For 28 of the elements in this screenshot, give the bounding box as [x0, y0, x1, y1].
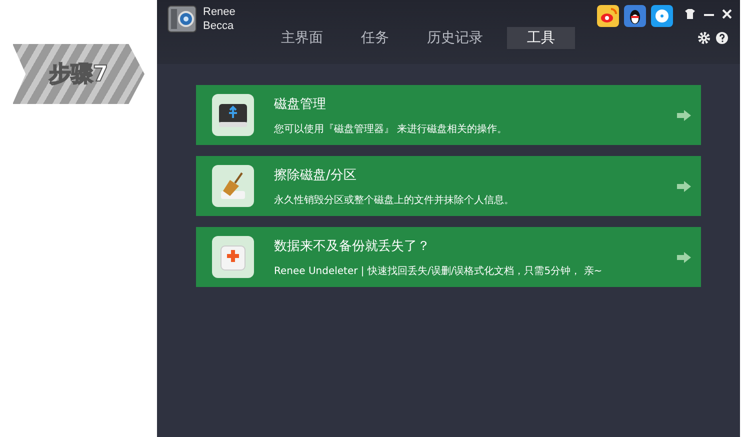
- arrow-right-icon: [677, 110, 691, 120]
- weibo-icon[interactable]: [597, 5, 619, 27]
- broom-icon: [218, 171, 248, 201]
- arrow-right-icon: [677, 180, 691, 192]
- arrow-right-icon: [677, 252, 691, 262]
- app-name: Renee: [203, 5, 236, 19]
- tool-card[interactable]: 擦除磁盘/分区 永久性销毁分区或整个磁盘上的文件并抹除个人信息。: [196, 156, 701, 216]
- settings-icon[interactable]: [698, 32, 710, 44]
- app-name: Becca: [203, 19, 235, 33]
- tab[interactable]: 任务: [347, 27, 403, 49]
- tool-description: 您可以使用『磁盘管理器』 来进行磁盘相关的操作。: [274, 122, 508, 136]
- tab[interactable]: 主界面: [267, 27, 337, 49]
- help-icon[interactable]: [716, 32, 728, 44]
- safe-icon: [167, 5, 197, 33]
- close-icon[interactable]: [722, 9, 732, 19]
- tab[interactable]: 工具: [507, 27, 575, 49]
- tool-card[interactable]: 磁盘管理 您可以使用『磁盘管理器』 来进行磁盘相关的操作。: [196, 85, 701, 145]
- tool-title: 数据来不及备份就丢失了？: [274, 238, 431, 254]
- shirt-icon[interactable]: [684, 9, 696, 19]
- penguin-icon[interactable]: [624, 5, 646, 27]
- tool-title: 擦除磁盘/分区: [274, 166, 358, 184]
- tool-description: 永久性销毁分区或整个磁盘上的文件并抹除个人信息。: [274, 194, 515, 206]
- tab[interactable]: 历史记录: [413, 27, 497, 49]
- step-label: 步骤7: [48, 61, 108, 89]
- usb-drive-icon: [218, 102, 248, 128]
- tool-card[interactable]: 数据来不及备份就丢失了？ Renee Undeleter | 快速找回丢失/误删/误格式化文档，只需5分钟， 亲~: [196, 227, 701, 287]
- tool-description: Renee Undeleter | 快速找回丢失/误删/误格式化文档，只需5分钟， 亲~: [274, 264, 604, 278]
- tool-title: 磁盘管理: [274, 96, 327, 112]
